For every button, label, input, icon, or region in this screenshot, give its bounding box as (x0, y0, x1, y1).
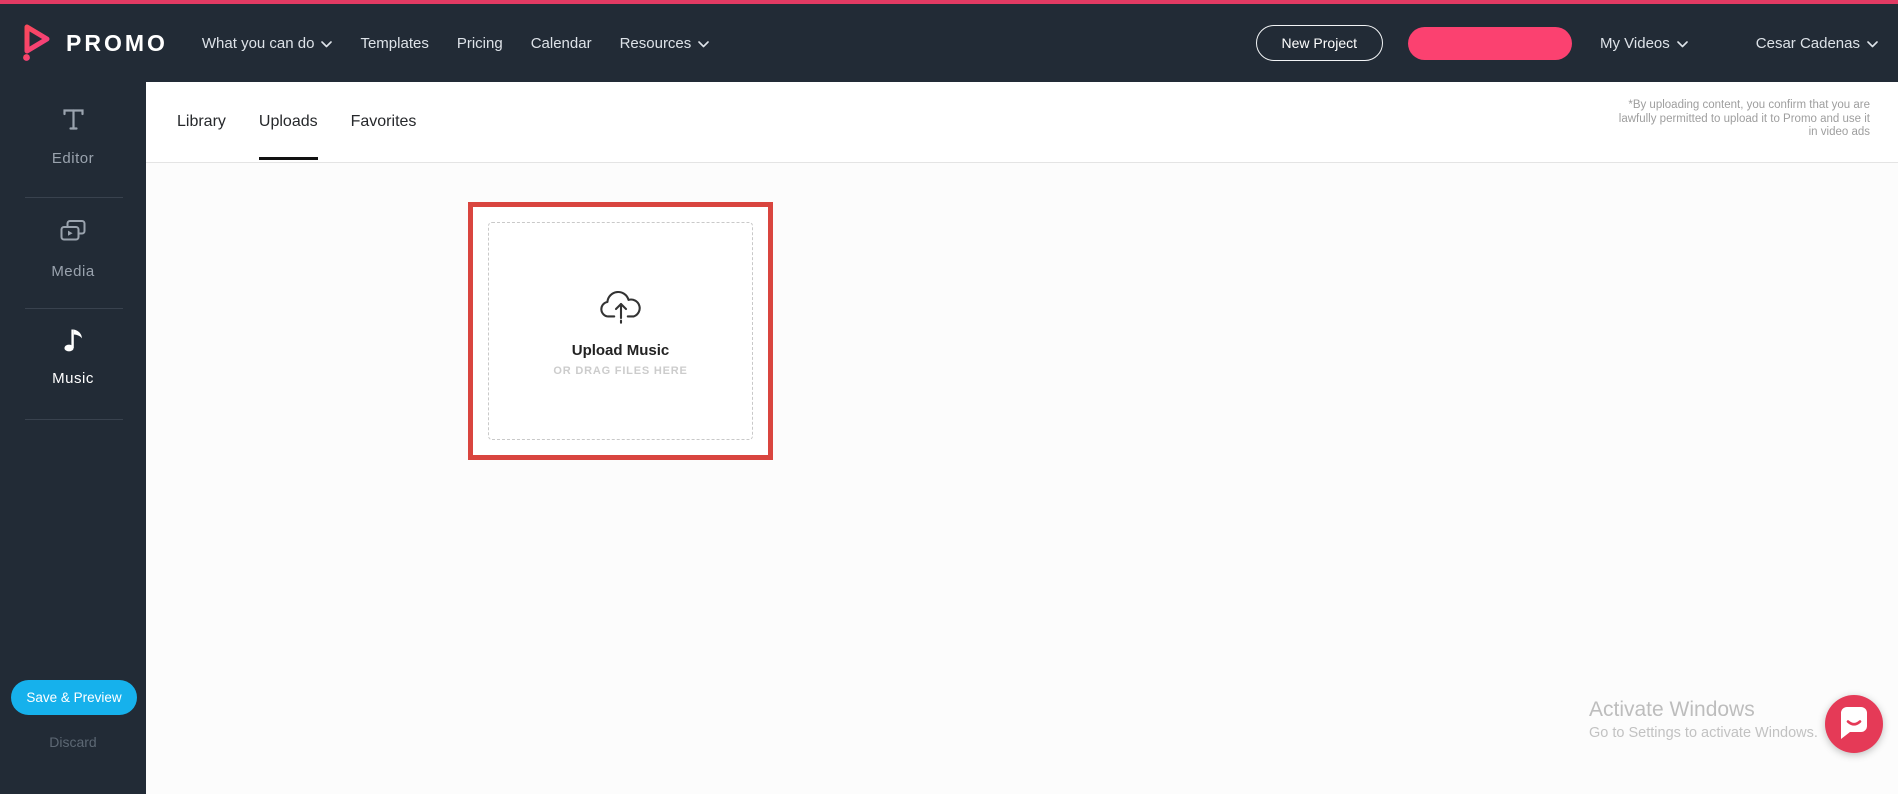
activate-windows-watermark: Activate Windows Go to Settings to activ… (1589, 698, 1818, 741)
nav-item-label: Templates (360, 34, 429, 52)
sidebar-divider (25, 419, 123, 420)
upload-music-dropzone[interactable]: Upload Music OR DRAG FILES HERE (488, 222, 753, 440)
nav-item-label: Resources (619, 34, 692, 52)
user-menu[interactable]: Cesar Cadenas (1756, 35, 1878, 52)
music-note-icon (62, 324, 85, 358)
tab-label: Library (177, 113, 226, 130)
chat-launcher-button[interactable] (1825, 695, 1883, 753)
sidebar-item-label: Editor (51, 150, 95, 167)
main-nav: What you can do Templates Pricing Calend… (202, 35, 737, 52)
chevron-down-icon (1676, 40, 1688, 47)
sidebar-divider (25, 197, 123, 198)
sidebar-item-editor[interactable]: Editor (0, 106, 146, 167)
brand-wordmark: PROMO (66, 29, 168, 56)
sidebar-item-music[interactable]: Music (0, 324, 146, 387)
chat-bubble-icon (1838, 705, 1870, 744)
promo-play-icon (18, 20, 56, 67)
my-videos-label: My Videos (1600, 34, 1670, 52)
sidebar-item-label: Media (51, 263, 95, 280)
tab-library[interactable]: Library (177, 82, 226, 162)
main-panel: Library Uploads Favorites *By uploading … (146, 82, 1898, 794)
nav-item-resources[interactable]: Resources (620, 35, 710, 52)
chevron-down-icon (1867, 40, 1878, 47)
media-icon (58, 218, 88, 251)
my-videos-menu[interactable]: My Videos (1600, 35, 1688, 52)
nav-item-label: What you can do (201, 34, 315, 52)
new-project-button[interactable]: New Project (1255, 25, 1383, 61)
discard-button[interactable]: Discard (0, 734, 146, 750)
disclaimer-line: *By uploading content, you confirm that … (1628, 99, 1870, 111)
editor-sidebar: Editor Media Music Save & Preview Discar… (0, 82, 146, 794)
sidebar-item-media[interactable]: Media (0, 218, 146, 280)
chevron-down-icon (321, 40, 333, 47)
tab-favorites[interactable]: Favorites (351, 82, 417, 162)
upload-subtitle: OR DRAG FILES HERE (553, 364, 688, 377)
disclaimer-line: in video ads (1808, 126, 1870, 138)
disclaimer-line: lawfully permitted to upload it to Promo… (1618, 112, 1870, 125)
save-preview-button[interactable]: Save & Preview (11, 680, 137, 715)
top-accent-strip (0, 0, 1898, 4)
tab-label: Uploads (258, 113, 318, 130)
upload-card-highlight: Upload Music OR DRAG FILES HERE (468, 202, 773, 460)
top-navbar: PROMO What you can do Templates Pricing … (0, 4, 1898, 82)
navbar-right-group: New Project My Videos Cesar Cadenas (1255, 25, 1878, 61)
cloud-upload-icon (597, 286, 645, 329)
upload-disclaimer: *By uploading content, you confirm that … (1619, 99, 1870, 140)
watermark-title: Activate Windows (1589, 698, 1755, 721)
promo-logo[interactable]: PROMO (18, 20, 168, 67)
nav-item-label: Calendar (530, 34, 592, 52)
watermark-subtitle: Go to Settings to activate Windows. (1589, 725, 1818, 741)
nav-item-what-you-can-do[interactable]: What you can do (202, 35, 333, 52)
sidebar-item-label: Music (52, 370, 94, 387)
sidebar-divider (25, 308, 123, 309)
music-tabbar: Library Uploads Favorites *By uploading … (146, 82, 1898, 163)
user-name: Cesar Cadenas (1755, 34, 1860, 52)
nav-item-calendar[interactable]: Calendar (531, 35, 592, 52)
upload-title: Upload Music (571, 341, 670, 359)
tab-label: Favorites (350, 113, 417, 130)
tab-uploads[interactable]: Uploads (258, 82, 318, 162)
nav-item-label: Pricing (456, 34, 503, 52)
text-editor-icon (60, 106, 87, 138)
upgrade-button[interactable] (1408, 26, 1572, 60)
nav-item-pricing[interactable]: Pricing (457, 35, 503, 52)
nav-item-templates[interactable]: Templates (360, 35, 428, 52)
chevron-down-icon (698, 40, 710, 47)
